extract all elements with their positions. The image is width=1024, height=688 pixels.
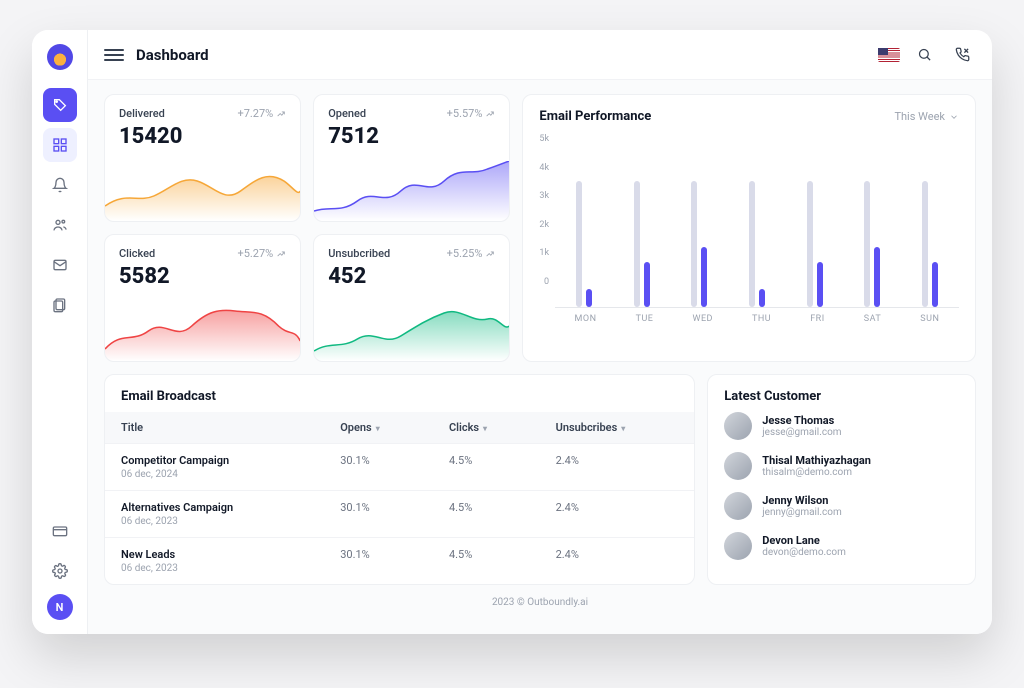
email-broadcast-card: Email Broadcast Title Opens ▾ Clicks ▾ U…: [104, 374, 695, 585]
avatar: [724, 532, 752, 560]
sidebar-item-dashboard[interactable]: [43, 128, 77, 162]
customer-item[interactable]: Jenny Wilsonjenny@gmail.com: [724, 492, 959, 520]
call-button[interactable]: [948, 41, 976, 69]
sidebar-item-notifications[interactable]: [43, 168, 77, 202]
stat-value: 15420: [119, 124, 286, 149]
chevron-down-icon: [949, 112, 959, 122]
stat-delta: +5.27%: [237, 247, 286, 260]
perf-title: Email Performance: [539, 109, 651, 124]
stat-card-unsubscribed: Unsubcribed +5.25% 452: [313, 234, 510, 362]
sparkline-opened: [314, 161, 509, 221]
search-icon: [917, 47, 932, 62]
stat-card-opened: Opened +5.57% 7512: [313, 94, 510, 222]
perf-range-dropdown[interactable]: This Week: [894, 110, 959, 123]
bar-group: [922, 181, 938, 307]
phone-icon: [955, 47, 970, 62]
table-row[interactable]: New Leads06 dec, 202330.1%4.5%2.4%: [105, 538, 694, 585]
col-unsubs[interactable]: Unsubcribes ▾: [540, 412, 695, 444]
stat-value: 7512: [328, 124, 495, 149]
main: Dashboard Delivered +7.27%: [88, 30, 992, 634]
menu-toggle-icon[interactable]: [104, 49, 124, 61]
page-title: Dashboard: [136, 46, 209, 64]
col-clicks[interactable]: Clicks ▾: [433, 412, 540, 444]
stat-label: Opened: [328, 107, 366, 120]
sidebar-nav: [43, 88, 77, 514]
email-performance-card: Email Performance This Week 5k4k3k2k1k0 …: [522, 94, 976, 362]
perf-chart: 5k4k3k2k1k0 MONTUEWEDTHUFRISATSUN: [539, 134, 959, 324]
topbar-actions: [878, 41, 976, 69]
sidebar-item-users[interactable]: [43, 208, 77, 242]
content: Delivered +7.27% 15420 Clicked +5.27%: [88, 80, 992, 634]
footer-text: 2023 © Outboundly.ai: [104, 585, 976, 624]
trend-up-icon: [485, 249, 495, 259]
customer-item[interactable]: Jesse Thomasjesse@gmail.com: [724, 412, 959, 440]
topbar: Dashboard: [88, 30, 992, 80]
sidebar-item-tag[interactable]: [43, 88, 77, 122]
search-button[interactable]: [910, 41, 938, 69]
stat-label: Delivered: [119, 107, 165, 120]
customers-title: Latest Customer: [708, 375, 975, 412]
bar-group: [864, 181, 880, 307]
broadcast-title: Email Broadcast: [105, 375, 694, 412]
app-window: N Dashboard Delivered: [32, 30, 992, 634]
avatar: [724, 412, 752, 440]
table-row[interactable]: Competitor Campaign06 dec, 202430.1%4.5%…: [105, 444, 694, 491]
table-row[interactable]: Alternatives Campaign06 dec, 202330.1%4.…: [105, 491, 694, 538]
sidebar-item-templates[interactable]: [43, 288, 77, 322]
bar-group: [749, 181, 765, 307]
stat-delta: +7.27%: [237, 107, 286, 120]
avatar: [724, 452, 752, 480]
sort-icon: ▾: [619, 424, 625, 433]
stat-card-delivered: Delivered +7.27% 15420: [104, 94, 301, 222]
logo-icon: [47, 44, 73, 70]
sidebar: N: [32, 30, 88, 634]
trend-up-icon: [276, 109, 286, 119]
latest-customer-card: Latest Customer Jesse Thomasjesse@gmail.…: [707, 374, 976, 585]
stat-label: Clicked: [119, 247, 155, 260]
sparkline-clicked: [105, 301, 300, 361]
user-avatar-button[interactable]: N: [47, 594, 73, 620]
sidebar-bottom: N: [43, 514, 77, 620]
col-opens[interactable]: Opens ▾: [324, 412, 433, 444]
customer-item[interactable]: Devon Lanedevon@demo.com: [724, 532, 959, 560]
broadcast-table: Title Opens ▾ Clicks ▾ Unsubcribes ▾ Com…: [105, 412, 694, 584]
trend-up-icon: [485, 109, 495, 119]
sidebar-item-billing[interactable]: [43, 514, 77, 548]
stat-delta: +5.57%: [447, 107, 496, 120]
bar-group: [576, 181, 592, 307]
stat-value: 452: [328, 264, 495, 289]
bar-group: [691, 181, 707, 307]
sort-icon: ▾: [481, 424, 487, 433]
customer-item[interactable]: Thisal Mathiyazhaganthisalm@demo.com: [724, 452, 959, 480]
bar-group: [807, 181, 823, 307]
stat-card-clicked: Clicked +5.27% 5582: [104, 234, 301, 362]
col-title[interactable]: Title: [105, 412, 324, 444]
language-flag-icon[interactable]: [878, 48, 900, 62]
sparkline-delivered: [105, 161, 300, 221]
sparkline-unsubscribed: [314, 301, 509, 361]
sidebar-item-settings[interactable]: [43, 554, 77, 588]
sort-icon: ▾: [374, 424, 380, 433]
avatar: [724, 492, 752, 520]
stat-label: Unsubcribed: [328, 247, 390, 260]
stat-value: 5582: [119, 264, 286, 289]
trend-up-icon: [276, 249, 286, 259]
sidebar-item-mail[interactable]: [43, 248, 77, 282]
stat-delta: +5.25%: [447, 247, 496, 260]
bar-group: [634, 181, 650, 307]
